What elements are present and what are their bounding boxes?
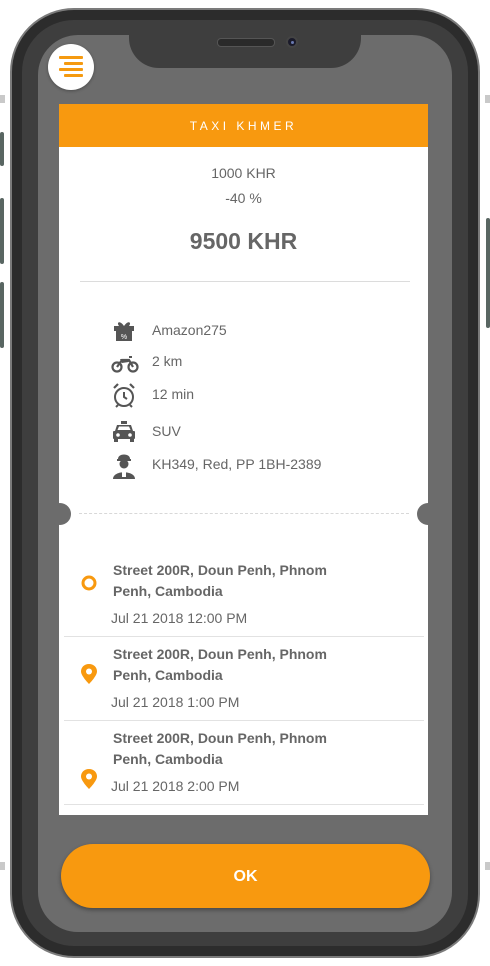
distance-row: 2 km <box>111 349 411 377</box>
trip-summary-card: TAXI KHMER 1000 KHR -40 % 9500 KHR % Ama… <box>59 104 428 815</box>
original-price: 1000 KHR <box>211 165 276 181</box>
mute-switch <box>0 132 4 166</box>
duration-row: 12 min <box>111 382 411 410</box>
stop-time: Jul 21 2018 2:00 PM <box>111 778 240 794</box>
volume-up-button <box>0 198 4 264</box>
antenna-band <box>485 862 490 870</box>
pickup-circle-icon <box>80 574 98 596</box>
svg-text:%: % <box>121 334 127 341</box>
promo-code: Amazon275 <box>152 322 227 338</box>
discount-value: -40 % <box>225 190 262 206</box>
alarm-clock-icon <box>111 382 137 408</box>
driver-info-row: KH349, Red, PP 1BH-2389 <box>111 452 411 480</box>
stop-address: Street 200R, Doun Penh, Phnom Penh, Camb… <box>113 562 327 599</box>
vehicle-type-row: SUV <box>111 419 411 447</box>
ticket-notch-left <box>49 503 71 525</box>
ok-button[interactable]: OK <box>61 844 430 908</box>
ticket-tear-line <box>79 513 409 514</box>
location-pin-icon <box>80 768 98 790</box>
duration: 12 min <box>152 386 195 402</box>
stop-time: Jul 21 2018 12:00 PM <box>111 610 248 626</box>
notch <box>129 28 361 68</box>
menu-button[interactable] <box>48 44 94 90</box>
power-button <box>486 218 490 328</box>
antenna-band <box>485 95 490 103</box>
stop-time: Jul 21 2018 1:00 PM <box>111 694 240 710</box>
total-price: 9500 KHR <box>189 228 298 254</box>
route-stop-waypoint[interactable]: Street 200R, Doun Penh, Phnom Penh, Camb… <box>64 636 424 721</box>
car-icon <box>111 419 137 445</box>
distance: 2 km <box>152 353 183 369</box>
volume-down-button <box>0 282 4 348</box>
gift-percent-icon: % <box>111 318 137 344</box>
stop-address: Street 200R, Doun Penh, Phnom Penh, Camb… <box>113 730 327 767</box>
speaker-grille <box>217 38 275 47</box>
driver-icon <box>111 452 137 479</box>
antenna-band <box>0 862 5 870</box>
front-camera <box>286 36 298 48</box>
ticket-notch-right <box>417 503 439 525</box>
route-stop-pickup[interactable]: Street 200R, Doun Penh, Phnom Penh, Camb… <box>64 552 424 637</box>
location-pin-icon <box>80 663 98 685</box>
stop-address: Street 200R, Doun Penh, Phnom Penh, Camb… <box>113 646 327 683</box>
promo-code-row: % Amazon275 <box>111 318 411 346</box>
route-stop-dropoff[interactable]: Street 200R, Doun Penh, Phnom Penh, Camb… <box>64 720 424 805</box>
antenna-band <box>0 95 5 103</box>
divider <box>80 281 410 282</box>
motorbike-icon <box>111 349 139 375</box>
driver-info: KH349, Red, PP 1BH-2389 <box>152 456 322 472</box>
card-header: TAXI KHMER <box>59 104 428 147</box>
vehicle-type: SUV <box>152 423 181 439</box>
